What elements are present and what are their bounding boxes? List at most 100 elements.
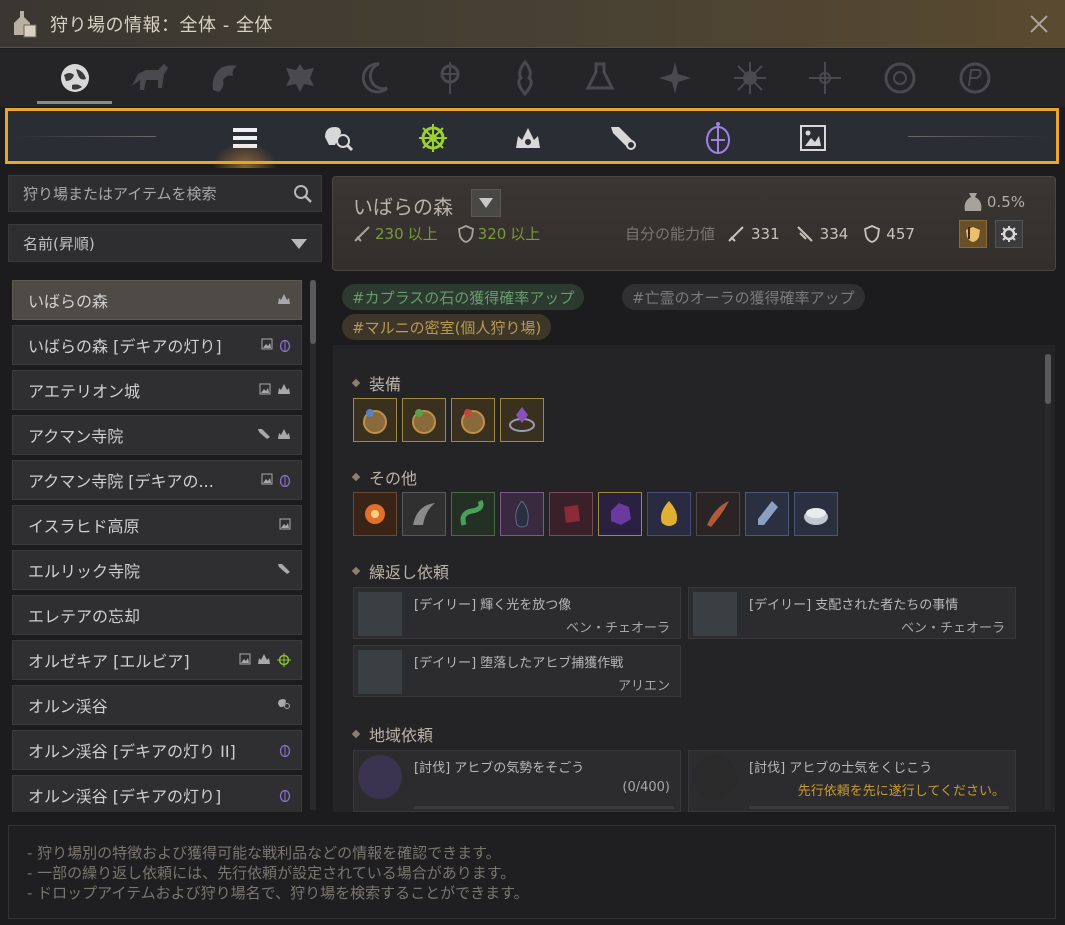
tab-diamond[interactable] [412,49,487,107]
sort-dropdown[interactable]: 名前(昇順) [8,224,322,262]
zone-feature-icons [279,788,291,802]
purple-lantern-icon [279,339,291,352]
quest-title: [デイリー] 堕落したアヒブ捕獲作戦 [414,656,624,671]
tab-starburst[interactable] [637,49,712,107]
potion-vial-icon [758,501,778,525]
tab-horse[interactable] [112,49,187,107]
quest-title: [デイリー] 輝く光を放つ像 [414,598,572,613]
tag-caphras-stone[interactable]: #カプラスの石の獲得確率アップ [342,284,585,310]
other-item-9[interactable] [745,492,789,536]
details-scroll-thumb[interactable] [1045,354,1051,404]
tab-dragon[interactable] [187,49,262,107]
tab-all-globe[interactable] [37,49,112,107]
zone-variant-dropdown[interactable] [471,189,501,217]
quest-progress-bar [749,806,1009,809]
other-item-3[interactable] [451,492,495,536]
quest-npc: ベン・チェオーラ [565,621,670,636]
section-equipment: 装備 [351,371,401,395]
filter-scroll-button[interactable] [604,119,642,157]
zone-list-item[interactable]: エレテアの忘却 [12,595,302,635]
zone-list-item[interactable]: オルゼキア [エルビア] [12,640,302,680]
green-serpent-icon [460,499,484,526]
filter-gear-button[interactable] [414,119,452,157]
other-item-4[interactable] [500,492,544,536]
tab-rune[interactable] [937,49,1012,107]
search-monster-icon [278,699,290,709]
red-crystal-icon [564,505,580,523]
help-line-3: - ドロップアイテムおよび狩り場名で、狩り場を検索することができます。 [27,884,529,902]
filter-boss-button[interactable] [509,119,547,157]
filter-portrait-button[interactable] [794,119,832,157]
settings-button[interactable] [995,220,1023,248]
tag-marni-realm[interactable]: #マルニの密室(個人狩り場) [342,314,552,340]
filter-lantern-button[interactable] [699,119,737,157]
zone-list-item[interactable]: エルリック寺院 [12,550,302,590]
equipment-item-1[interactable] [353,398,397,442]
zone-details-panel: 装備 その他 繰返し依頼 [デイリー] 輝く光を放つ像 ベン・チェオーラ [デイ… [333,345,1055,812]
other-item-1[interactable] [353,492,397,536]
zone-search-input[interactable]: 狩り場またはアイテムを検索 [8,175,322,212]
filter-search-monster-button[interactable] [319,119,357,157]
horse-icon [131,64,168,90]
zone-list-item[interactable]: アエテリオン城 [12,370,302,410]
zone-list-item-name: オルン渓谷 [28,697,108,716]
horn-icon [707,501,729,527]
zone-list-item-name: オルン渓谷 [デキアの灯り] [28,787,222,806]
repeat-quest-2[interactable]: [デイリー] 支配された者たちの事情 ベン・チェオーラ [688,587,1016,639]
other-item-8[interactable] [696,492,740,536]
zone-list-item[interactable]: アクマン寺院 [12,415,302,455]
filter-all-button[interactable] [212,119,278,168]
flame-emblem-icon [516,59,533,97]
repeat-quest-1[interactable]: [デイリー] 輝く光を放つ像 ベン・チェオーラ [353,587,681,639]
my-dp: 457 [886,224,915,243]
tab-wreath[interactable] [862,49,937,107]
zone-list-scrollbar[interactable] [310,280,316,810]
close-icon [1030,15,1048,33]
other-item-2[interactable] [402,492,446,536]
details-scrollbar[interactable] [1045,354,1051,809]
help-line-2: - 一部の繰り返し依頼には、先行依頼が設定されている場合があります。 [27,864,516,882]
tab-crescent[interactable] [337,49,412,107]
quest-progress-bar [414,806,674,809]
other-item-10[interactable] [794,492,838,536]
region-quest-2[interactable]: [討伐] アヒブの士気をくじこう 先行依頼を先に遂行してください。 [688,750,1016,812]
equipment-item-2[interactable] [402,398,446,442]
zone-feature-icons [277,293,291,305]
quest-emblem-thumbnail [358,755,402,799]
zone-list-item[interactable]: いばらの森 [12,280,302,320]
zone-list-scroll-thumb[interactable] [310,280,316,344]
attack-icon [354,225,370,242]
quest-npc: アリエン [617,679,670,694]
tab-flame[interactable] [487,49,562,107]
close-button[interactable] [1025,10,1053,38]
portrait-icon [279,518,291,530]
tab-eagle[interactable] [262,49,337,107]
tab-sun[interactable] [712,49,787,107]
gear-icon [1001,226,1017,242]
tab-compass[interactable] [787,49,862,107]
zone-list-item[interactable]: イスラヒド高原 [12,505,302,545]
zone-feature-icons [261,338,291,352]
other-item-5[interactable] [549,492,593,536]
zone-list-item-name: オルゼキア [エルビア] [28,652,190,671]
other-item-6[interactable] [598,492,642,536]
zone-list-item[interactable]: アクマン寺院 [デキアの... [12,460,302,500]
tag-ghost-aura[interactable]: #亡霊のオーラの獲得確率アップ [622,284,865,310]
region-quest-1[interactable]: [討伐] アヒブの気勢をそごう (0/400) [353,750,681,812]
equipment-item-3[interactable] [451,398,495,442]
salt-jar-icon [804,508,828,525]
zone-list-item[interactable]: オルン渓谷 [12,685,302,725]
zone-list-item[interactable]: いばらの森 [デキアの灯り] [12,325,302,365]
zone-list-item[interactable]: オルン渓谷 [デキアの灯り II] [12,730,302,770]
repeat-quest-3[interactable]: [デイリー] 堕落したアヒブ捕獲作戦 アリエン [353,645,681,697]
tab-flask[interactable] [562,49,637,107]
required-dp-suffix: 以上 [510,225,541,243]
zone-feature-icons [277,698,291,710]
other-item-7[interactable] [647,492,691,536]
stat-comparison-toggle[interactable] [959,220,987,248]
purple-lantern-icon [279,789,291,802]
equipment-item-4[interactable] [500,398,544,442]
zone-feature-icons [261,473,291,487]
zone-list-item[interactable]: オルン渓谷 [デキアの灯り] [12,775,302,812]
portrait-icon [259,383,271,395]
